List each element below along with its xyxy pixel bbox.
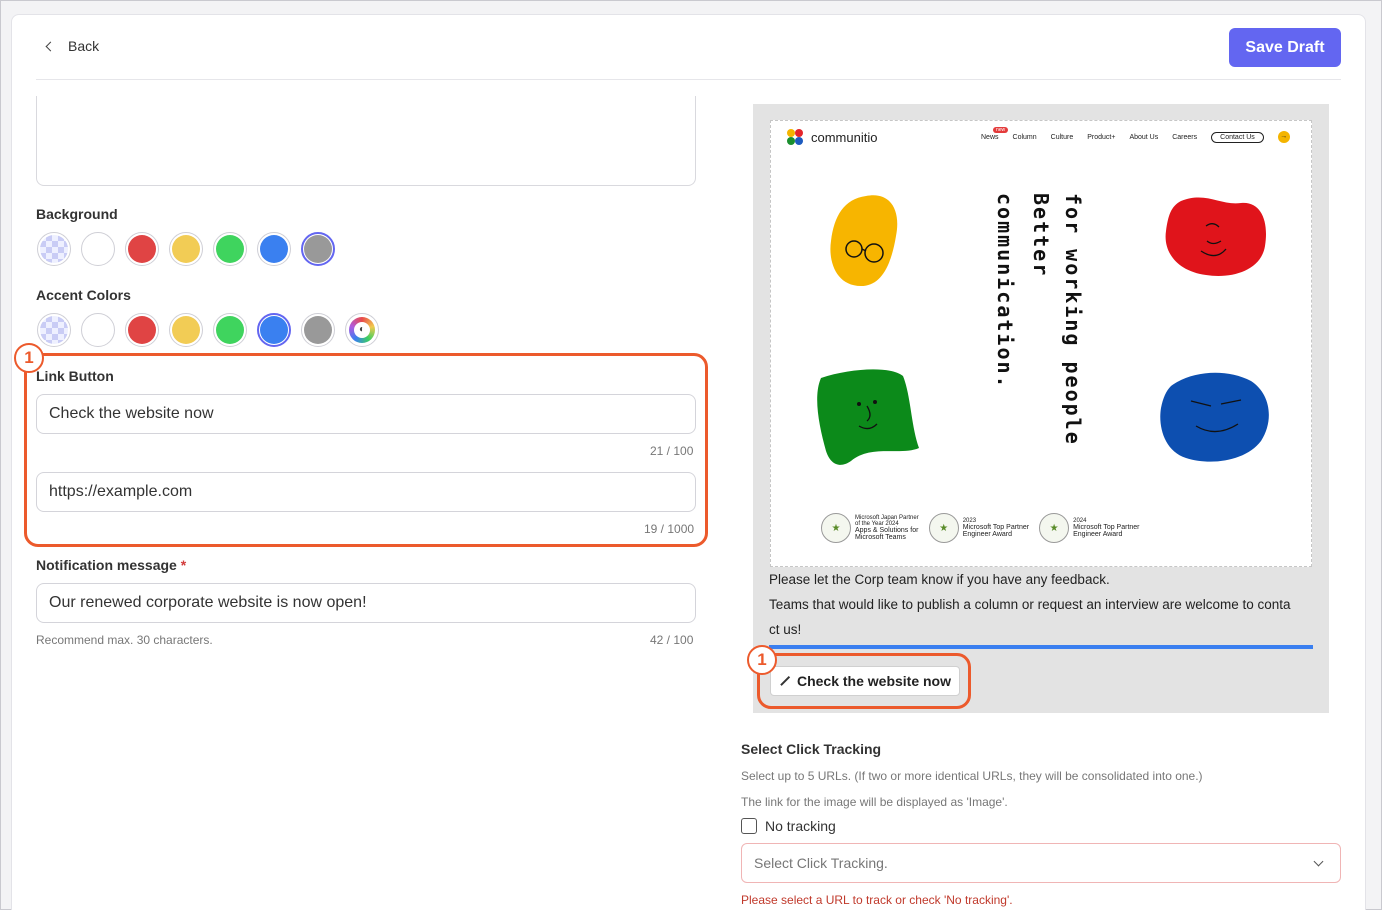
preview-text-line2: Teams that would like to publish a colum… [769,597,1291,612]
accent-swatch-custom[interactable]: ◐ [345,313,379,347]
accent-swatch-transparent[interactable] [37,313,71,347]
award-item: ★ 2024 Microsoft Top Partner Engineer Aw… [1039,513,1140,543]
step-badge: 1 [747,645,777,675]
link-button-label: Link Button [36,368,114,384]
preview-nav-product: Product+ [1087,133,1116,141]
click-tracking-placeholder: Select Click Tracking. [754,855,888,871]
chevron-down-icon [1313,856,1324,867]
click-tracking-select[interactable]: Select Click Tracking. [741,843,1341,883]
preview-accent-bar [769,645,1313,649]
message-preview: communitio News new Column Culture Produ… [753,104,1329,713]
back-button[interactable]: Back [45,38,100,54]
accent-swatch-white[interactable] [81,313,115,347]
award-line: Microsoft Top Partner [962,524,1030,531]
preview-contact-button: Contact Us [1211,131,1264,143]
no-tracking-label[interactable]: No tracking [765,818,836,834]
accent-swatch-yellow[interactable] [169,313,203,347]
green-character-illustration [817,369,919,465]
background-swatch-blue[interactable] [257,232,291,266]
chevron-left-icon [45,41,56,51]
notification-label: Notification message * [36,557,186,573]
link-button-url-input[interactable]: https://example.com [36,472,696,512]
preview-site-nav: communitio News new Column Culture Produ… [771,121,1311,151]
accent-swatch-green[interactable] [213,313,247,347]
award-medal-icon: ★ [821,513,851,543]
preview-nav-careers: Careers [1172,133,1198,141]
accent-swatch-gray[interactable] [301,313,335,347]
notification-message-input[interactable]: Our renewed corporate website is now ope… [36,583,696,623]
preview-nav-links: News new Column Culture Product+ About U… [981,126,1290,143]
preview-headline-line2: Better [1029,193,1053,278]
background-swatch-gray[interactable] [301,232,335,266]
preview-text-line3: ct us! [769,622,802,637]
back-label: Back [68,38,100,54]
notification-counter: 42 / 100 [650,633,694,647]
accent-colors-label: Accent Colors [36,287,131,303]
preview-nav-news-label: News [981,133,999,141]
award-line: Apps & Solutions for [855,527,919,534]
link-url-counter: 19 / 1000 [644,522,695,536]
background-swatch-transparent[interactable] [37,232,71,266]
required-mark: * [180,557,187,573]
background-swatches [37,232,335,266]
blue-character-illustration [1160,372,1269,462]
link-text-counter: 21 / 100 [650,444,694,458]
new-tag: new [993,126,1009,133]
communitio-logo-icon [787,129,803,145]
award-line: Microsoft Teams [855,534,906,541]
click-tracking-hint: Select up to 5 URLs. (If two or more ide… [741,769,1203,783]
click-tracking-error: Please select a URL to track or check 'N… [741,893,1013,907]
preview-nav-culture: Culture [1050,133,1074,141]
click-tracking-image-hint: The link for the image will be displayed… [741,795,1008,809]
preview-image: communitio News new Column Culture Produ… [770,120,1312,567]
preview-text-line1: Please let the Corp team know if you hav… [769,572,1110,587]
no-tracking-checkbox[interactable] [741,818,757,834]
notification-hint: Recommend max. 30 characters. [36,633,213,647]
preview-headline-line3: communication. [993,193,1017,390]
award-line: Engineer Award [962,531,1012,538]
click-tracking-label: Select Click Tracking [741,741,882,757]
preview-headline-line1: for working people [1061,193,1085,446]
accent-swatches: ◐ [37,313,379,347]
award-line: Engineer Award [1073,531,1123,538]
award-medal-icon: ★ [1039,513,1070,543]
preview-awards: ★ Microsoft Japan Partner of the Year 20… [821,513,1140,543]
header-divider [36,79,1341,80]
accent-swatch-blue[interactable] [257,313,291,347]
background-swatch-yellow[interactable] [169,232,203,266]
yellow-character-illustration [830,195,898,286]
background-swatch-white[interactable] [81,232,115,266]
preview-nav-news: News new [981,126,1009,141]
accent-swatch-red[interactable] [125,313,159,347]
preview-brand-name: communitio [811,129,878,145]
preview-nav-about: About Us [1129,133,1159,141]
background-swatch-red[interactable] [125,232,159,266]
arrow-right-icon: → [1277,131,1290,143]
notification-label-text: Notification message [36,557,177,573]
red-character-illustration [1165,197,1266,276]
award-medal-icon: ★ [928,513,959,543]
award-item: ★ 2023 Microsoft Top Partner Engineer Aw… [928,513,1030,543]
preview-button-highlight [757,653,971,709]
link-button-highlight [24,353,708,547]
link-button-text-input[interactable]: Check the website now [36,394,696,434]
preview-brand: communitio [785,127,877,147]
palette-icon: ◐ [349,317,375,343]
background-label: Background [36,206,118,222]
award-line: Microsoft Top Partner [1073,524,1140,531]
preview-nav-column: Column [1012,133,1037,141]
save-draft-button[interactable]: Save Draft [1229,28,1341,67]
award-item: ★ Microsoft Japan Partner of the Year 20… [821,513,919,543]
body-textarea[interactable] [36,96,696,186]
background-swatch-green[interactable] [213,232,247,266]
